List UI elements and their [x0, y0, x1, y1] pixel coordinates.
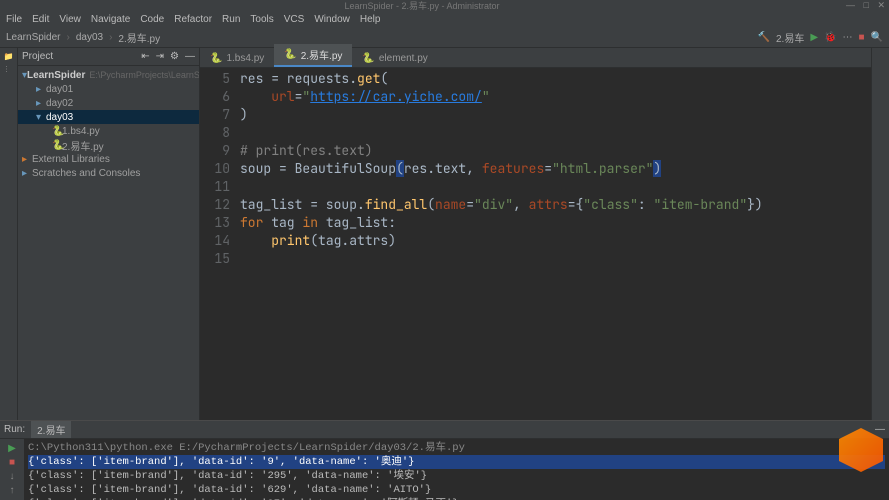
- menu-bar: File Edit View Navigate Code Refactor Run Tools…: [0, 10, 889, 28]
- run-icon[interactable]: ▶: [810, 32, 818, 43]
- editor-tab[interactable]: 🐍2.易车.py: [274, 44, 352, 67]
- folder-icon: ▾: [36, 112, 46, 123]
- structure-tool-icon[interactable]: …: [4, 65, 13, 73]
- expand-icon[interactable]: ⇥: [156, 51, 164, 62]
- left-tool-strip: 📁 …: [0, 48, 18, 420]
- menu-window[interactable]: Window: [314, 14, 350, 25]
- search-icon[interactable]: 🔍: [871, 32, 883, 43]
- project-tree[interactable]: ▾ LearnSpider E:\PycharmProjects\LearnSp…: [18, 66, 199, 182]
- window-titlebar: LearnSpider - 2.易车.py - Administrator — …: [0, 0, 889, 10]
- hide-panel-icon[interactable]: —: [875, 424, 885, 435]
- run-panel-config[interactable]: 2.易车: [31, 421, 71, 438]
- hammer-icon[interactable]: 🔨: [758, 32, 770, 43]
- debug-icon[interactable]: 🐞: [824, 32, 836, 43]
- folder-icon: ▸: [36, 98, 46, 109]
- close-button[interactable]: ✕: [877, 0, 885, 10]
- run-config-dropdown[interactable]: 2.易车: [776, 30, 804, 45]
- tree-scratch[interactable]: ▸Scratches and Consoles: [18, 166, 199, 180]
- gear-icon[interactable]: ⚙: [170, 51, 179, 62]
- menu-view[interactable]: View: [59, 14, 81, 25]
- run-panel: Run: 2.易车 — ▶ ■ ↓ ↑ ↩ 🖨 🗑 C:\Python311\p…: [0, 420, 889, 500]
- rerun-icon[interactable]: ▶: [8, 443, 16, 454]
- breadcrumb-project[interactable]: LearnSpider: [6, 32, 60, 43]
- minimize-button[interactable]: —: [846, 0, 855, 10]
- tree-file[interactable]: 🐍2.易车.py: [18, 138, 199, 152]
- breadcrumb-folder[interactable]: day03: [76, 32, 103, 43]
- menu-tools[interactable]: Tools: [250, 14, 273, 25]
- stop-icon[interactable]: ■: [859, 32, 865, 43]
- line-gutter: 56789101112131415: [200, 68, 240, 420]
- project-sidebar: Project ⇤ ⇥ ⚙ — ▾ LearnSpider E:\Pycharm…: [18, 48, 200, 420]
- editor-tab[interactable]: 🐍element.py: [352, 50, 437, 67]
- menu-help[interactable]: Help: [360, 14, 381, 25]
- code-content[interactable]: res = requests.get( url="https://car.yic…: [240, 68, 871, 420]
- menu-vcs[interactable]: VCS: [284, 14, 305, 25]
- window-buttons: — □ ✕: [840, 0, 885, 11]
- python-file-icon: 🐍: [284, 49, 296, 60]
- menu-edit[interactable]: Edit: [32, 14, 49, 25]
- stop-run-icon[interactable]: ■: [9, 457, 15, 468]
- editor-tab[interactable]: 🐍1.bs4.py: [200, 50, 274, 67]
- breadcrumb-separator-icon: ›: [109, 32, 112, 43]
- down-icon[interactable]: ↓: [10, 471, 15, 482]
- library-icon: ▸: [22, 154, 32, 165]
- tree-libs[interactable]: ▸External Libraries: [18, 152, 199, 166]
- menu-navigate[interactable]: Navigate: [91, 14, 130, 25]
- python-file-icon: 🐍: [210, 53, 222, 64]
- hide-icon[interactable]: —: [185, 51, 195, 62]
- tree-folder-selected[interactable]: ▾day03: [18, 110, 199, 124]
- menu-code[interactable]: Code: [140, 14, 164, 25]
- folder-icon: ▸: [36, 84, 46, 95]
- scratch-icon: ▸: [22, 168, 32, 179]
- toolbar: LearnSpider › day03 › 2.易车.py 🔨 2.易车 ▶ 🐞…: [0, 28, 889, 48]
- python-file-icon: 🐍: [52, 140, 62, 151]
- tree-folder[interactable]: ▸day01: [18, 82, 199, 96]
- breadcrumb-file[interactable]: 2.易车.py: [118, 30, 160, 45]
- project-tool-icon[interactable]: 📁: [4, 52, 14, 61]
- menu-run[interactable]: Run: [222, 14, 240, 25]
- tree-folder[interactable]: ▸day02: [18, 96, 199, 110]
- window-title: LearnSpider - 2.易车.py - Administrator: [344, 0, 499, 12]
- tree-file[interactable]: 🐍1.bs4.py: [18, 124, 199, 138]
- python-file-icon: 🐍: [52, 126, 62, 137]
- more-icon[interactable]: ⋯: [843, 32, 853, 43]
- run-output[interactable]: C:\Python311\python.exe E:/PycharmProjec…: [24, 439, 889, 500]
- code-editor[interactable]: 56789101112131415 res = requests.get( ur…: [200, 68, 871, 420]
- up-icon[interactable]: ↑: [10, 485, 15, 496]
- editor-tabs: 🐍1.bs4.py🐍2.易车.py🐍element.py: [200, 48, 871, 68]
- python-file-icon: 🐍: [362, 53, 374, 64]
- tree-root[interactable]: ▾ LearnSpider E:\PycharmProjects\LearnSp…: [18, 68, 199, 82]
- right-tool-strip: [871, 48, 889, 420]
- collapse-icon[interactable]: ⇤: [141, 51, 149, 62]
- breadcrumb-separator-icon: ›: [66, 32, 69, 43]
- menu-refactor[interactable]: Refactor: [174, 14, 212, 25]
- run-panel-title: Run:: [4, 424, 25, 435]
- sidebar-title: Project: [22, 51, 53, 62]
- maximize-button[interactable]: □: [863, 0, 868, 10]
- menu-file[interactable]: File: [6, 14, 22, 25]
- run-toolbar: ▶ ■ ↓ ↑ ↩ 🖨 🗑: [0, 439, 24, 500]
